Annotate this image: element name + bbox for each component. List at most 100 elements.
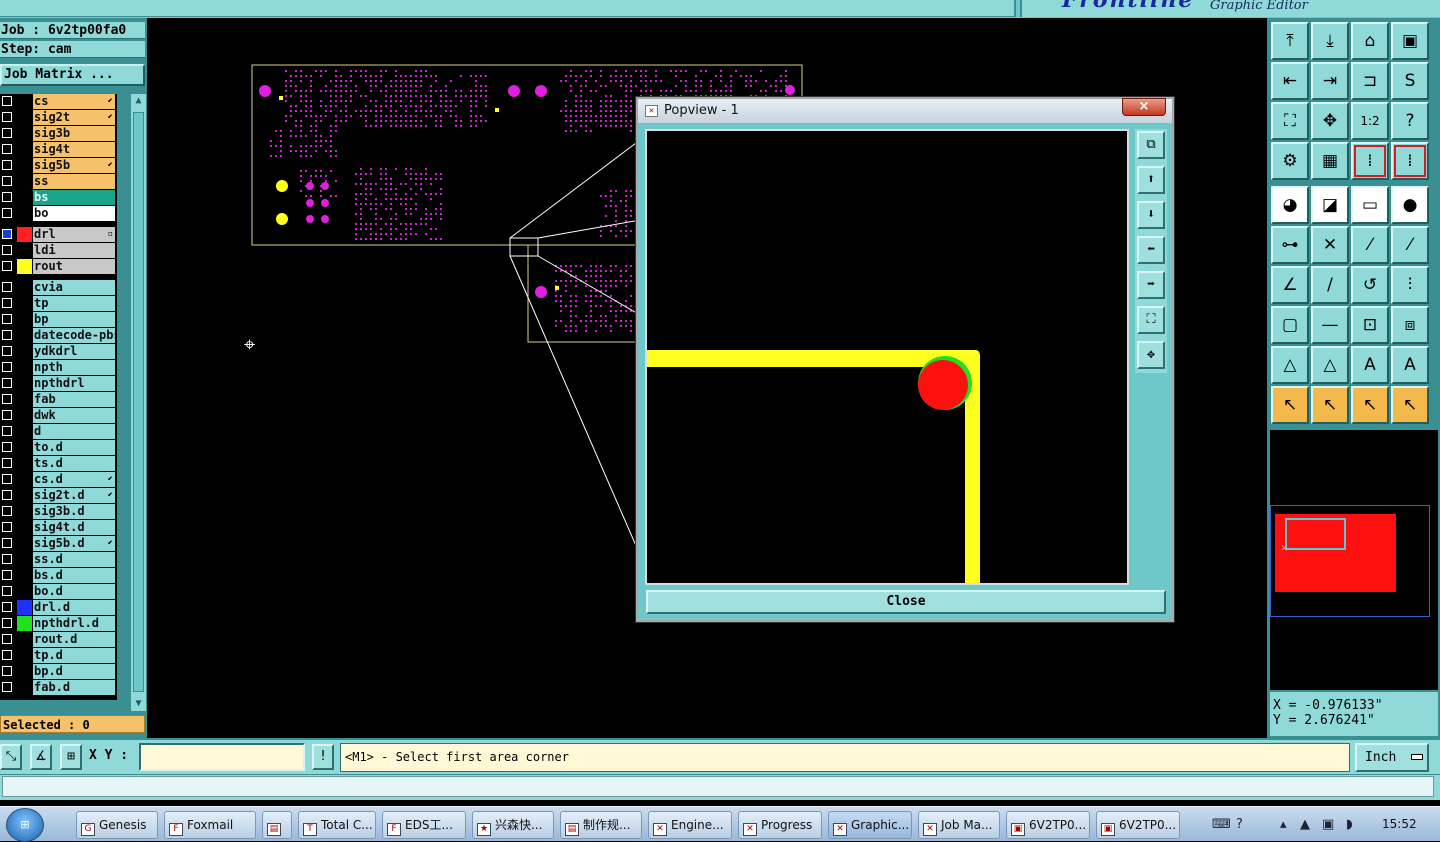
scroll-down-icon[interactable]: ▼ xyxy=(131,697,146,711)
arc-icon[interactable]: A xyxy=(1351,346,1389,384)
grid-icon[interactable]: ▦ xyxy=(1311,142,1349,180)
taskbar-item[interactable]: ★ 兴森快... xyxy=(472,811,554,839)
layer-row[interactable]: dwk xyxy=(0,408,116,423)
dash-icon[interactable]: — xyxy=(1311,306,1349,344)
layer-row[interactable]: tp.d xyxy=(0,648,116,663)
layer-name[interactable]: ts.d xyxy=(33,456,115,471)
layer-checkbox[interactable] xyxy=(2,261,12,271)
layer-name[interactable]: dwk xyxy=(33,408,115,423)
layer-checkbox[interactable] xyxy=(2,362,12,372)
layer-row[interactable]: npthdrl.d xyxy=(0,616,116,631)
layer-name[interactable]: to.d xyxy=(33,440,115,455)
slash-icon[interactable]: / xyxy=(1311,266,1349,304)
layer-checkbox[interactable] xyxy=(2,394,12,404)
layer-color-swatch[interactable] xyxy=(17,424,32,439)
layer-color-swatch[interactable] xyxy=(17,280,32,295)
layer-checkbox[interactable] xyxy=(2,426,12,436)
layer-row[interactable]: sig2t ⬋ xyxy=(0,110,116,125)
layer-checkbox[interactable] xyxy=(2,602,12,612)
settings-icon[interactable]: ⚙ xyxy=(1271,142,1309,180)
layer-row[interactable]: fab xyxy=(0,392,116,407)
popview-tool-button[interactable]: ⛶ xyxy=(1137,306,1165,334)
layer-color-swatch[interactable] xyxy=(17,206,32,221)
select-box-icon[interactable]: ↖ xyxy=(1311,386,1349,424)
layer-name[interactable]: fab xyxy=(33,392,115,407)
layer-name[interactable]: sig5b.d xyxy=(33,536,115,551)
split-icon[interactable]: ⫶ xyxy=(1391,266,1429,304)
layer-name[interactable]: bp.d xyxy=(33,664,115,679)
layer-row[interactable]: ts.d xyxy=(0,456,116,471)
taskbar-item[interactable]: ✕ Graphic... xyxy=(828,811,912,839)
layer-checkbox[interactable] xyxy=(2,650,12,660)
group-icon[interactable]: ⧈ xyxy=(1391,306,1429,344)
layer-color-swatch[interactable] xyxy=(17,190,32,205)
layer-checkbox[interactable] xyxy=(2,176,12,186)
layer-color-swatch[interactable] xyxy=(17,456,32,471)
popview-close-x-button[interactable]: × xyxy=(1122,98,1166,116)
layer-name[interactable]: fab.d xyxy=(33,680,115,695)
layer-checkbox[interactable] xyxy=(2,554,12,564)
taskbar-item[interactable]: G Genesis xyxy=(76,811,158,839)
popview-tool-button[interactable]: ➡ xyxy=(1137,271,1165,299)
zoom-home-icon[interactable]: ⤒ xyxy=(1271,22,1309,60)
layer-row[interactable]: ss xyxy=(0,174,116,189)
layer-checkbox[interactable] xyxy=(2,506,12,516)
select-area-icon[interactable]: ↖ xyxy=(1351,386,1389,424)
layer-row[interactable]: ydkdrl xyxy=(0,344,116,359)
layer-color-swatch[interactable] xyxy=(17,648,32,663)
app-tray-icon[interactable]: ▲ xyxy=(1300,817,1310,832)
layer-checkbox[interactable] xyxy=(2,586,12,596)
layer-name[interactable]: bs xyxy=(33,190,115,205)
layer-color-swatch[interactable] xyxy=(17,174,32,189)
pan-left-icon[interactable]: ⇤ xyxy=(1271,62,1309,100)
layer-name[interactable]: ydkdrl xyxy=(33,344,115,359)
arc-alt-icon[interactable]: A xyxy=(1391,346,1429,384)
unit-dropdown[interactable]: Inch xyxy=(1355,743,1429,772)
layer-color-swatch[interactable] xyxy=(17,392,32,407)
network-icon[interactable]: ▣ xyxy=(1322,817,1334,832)
warning-icon[interactable]: ! xyxy=(312,744,334,770)
angle-mode-icon[interactable]: ∡ xyxy=(30,744,52,770)
layer-name[interactable]: sig4t.d xyxy=(33,520,115,535)
layer-row[interactable]: cs.d ⬋ xyxy=(0,472,116,487)
frame-icon[interactable]: ⊡ xyxy=(1351,306,1389,344)
layer-checkbox[interactable] xyxy=(2,96,12,106)
home-view-icon[interactable]: ⌂ xyxy=(1351,22,1389,60)
layer-checkbox[interactable] xyxy=(2,192,12,202)
layer-checkbox[interactable] xyxy=(2,229,12,239)
layer-color-swatch[interactable] xyxy=(17,376,32,391)
layer-color-swatch[interactable] xyxy=(17,360,32,375)
layer-row[interactable]: drl.d xyxy=(0,600,116,615)
layer-color-swatch[interactable] xyxy=(17,600,32,615)
layer-checkbox[interactable] xyxy=(2,330,12,340)
help-tray-icon[interactable]: ? xyxy=(1236,817,1243,832)
layer-row[interactable]: bp.d xyxy=(0,664,116,679)
layer-row[interactable]: cvia xyxy=(0,280,116,295)
layer-color-swatch[interactable] xyxy=(17,520,32,535)
layer-color-swatch[interactable] xyxy=(17,344,32,359)
layer-row[interactable]: bs.d xyxy=(0,568,116,583)
layer-row[interactable]: sig4t.d xyxy=(0,520,116,535)
popview-close-button[interactable]: Close xyxy=(646,590,1166,614)
measure-alt-icon[interactable]: ⁞ xyxy=(1391,142,1429,180)
layer-name[interactable]: d xyxy=(33,424,115,439)
connect-icon[interactable]: ⊶ xyxy=(1271,226,1309,264)
layer-name[interactable]: npthdrl.d xyxy=(33,616,115,631)
taskbar-item[interactable]: ✕ Job Ma... xyxy=(918,811,1000,839)
fit-view-icon[interactable]: ▣ xyxy=(1391,22,1429,60)
layer-row[interactable]: rout.d xyxy=(0,632,116,647)
layer-row[interactable]: ldi xyxy=(0,243,116,258)
layer-color-swatch[interactable] xyxy=(17,312,32,327)
snap-mode-icon[interactable]: ⤡ xyxy=(0,744,22,770)
layer-name[interactable]: ss xyxy=(33,174,115,189)
pan-right-icon[interactable]: ⇥ xyxy=(1311,62,1349,100)
layer-row[interactable]: sig5b.d ⬋ xyxy=(0,536,116,551)
layer-color-swatch[interactable] xyxy=(17,142,32,157)
layer-row[interactable]: bo xyxy=(0,206,116,221)
layer-row[interactable]: tp xyxy=(0,296,116,311)
layer-color-swatch[interactable] xyxy=(17,552,32,567)
layer-checkbox[interactable] xyxy=(2,245,12,255)
layer-color-swatch[interactable] xyxy=(17,158,32,173)
layer-name[interactable]: rout xyxy=(33,259,115,274)
scale-icon[interactable]: 1:2 xyxy=(1351,102,1389,140)
